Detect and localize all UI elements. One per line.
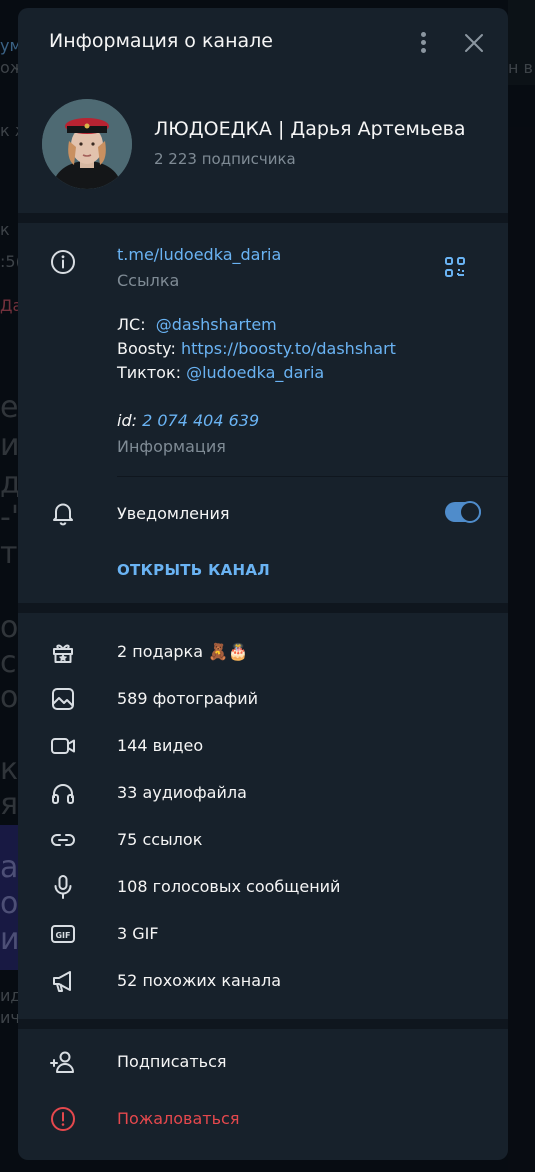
photo-icon: [49, 685, 77, 713]
media-item-voice[interactable]: 108 голосовых сообщений: [117, 877, 340, 896]
notifications-label: Уведомления: [117, 504, 230, 523]
info-icon: [49, 248, 77, 276]
media-item-links[interactable]: 75 ссылок: [117, 830, 202, 849]
info-caption: Информация: [117, 437, 226, 456]
section-divider: [18, 603, 508, 613]
section-divider: [18, 1019, 508, 1029]
qr-code-icon[interactable]: [444, 256, 466, 278]
ls-mention-link[interactable]: @dashshartem: [156, 315, 277, 334]
boosty-label: Boosty:: [117, 339, 176, 358]
megaphone-icon: [49, 967, 77, 995]
media-item-gifs[interactable]: 3 GIF: [117, 924, 159, 943]
media-item-similar-channels[interactable]: 52 похожих канала: [117, 971, 281, 990]
id-link[interactable]: 2 074 404 639: [142, 411, 259, 430]
media-item-audio[interactable]: 33 аудиофайла: [117, 783, 247, 802]
video-icon: [49, 732, 77, 760]
report-icon: [49, 1105, 77, 1133]
toggle-knob: [459, 501, 481, 523]
id-label: id:: [117, 411, 137, 430]
gift-icon: [49, 638, 77, 666]
dialog-header: Информация о канале: [18, 8, 508, 78]
tiktok-label: Тикток:: [117, 363, 181, 382]
link-caption: Ссылка: [117, 271, 180, 290]
tiktok-link[interactable]: @ludoedka_daria: [186, 363, 324, 382]
channel-name: ЛЮДОЕДКА | Дарья Артемьева: [154, 118, 466, 140]
link-icon: [49, 826, 77, 854]
subscriber-count: 2 223 подписчика: [154, 150, 296, 168]
ls-label: ЛС:: [117, 315, 146, 334]
media-item-videos[interactable]: 144 видео: [117, 736, 203, 755]
boosty-link[interactable]: https://boosty.to/dashshart: [181, 339, 396, 358]
more-options-icon[interactable]: [414, 30, 432, 56]
notifications-toggle[interactable]: [445, 501, 481, 523]
description-line-boosty: Boosty: https://boosty.to/dashshart: [117, 339, 396, 358]
microphone-icon: [49, 873, 77, 901]
gif-icon: GIF: [49, 920, 77, 948]
bell-icon: [49, 499, 77, 527]
channel-link[interactable]: t.me/ludoedka_daria: [117, 245, 281, 264]
open-channel-button[interactable]: ОТКРЫТЬ КАНАЛ: [117, 561, 270, 579]
report-button[interactable]: Пожаловаться: [117, 1109, 239, 1128]
close-icon[interactable]: [461, 30, 487, 56]
media-item-photos[interactable]: 589 фотографий: [117, 689, 258, 708]
add-user-icon: [49, 1048, 77, 1076]
subscribe-button[interactable]: Подписаться: [117, 1052, 227, 1071]
dialog-title: Информация о канале: [49, 30, 273, 52]
description-line-ls: ЛС: @dashshartem: [117, 315, 277, 334]
section-divider: [18, 213, 508, 223]
channel-info-dialog: Информация о канале ЛЮДОЕДКА | Дарья Арт…: [18, 8, 508, 1160]
svg-text:GIF: GIF: [55, 931, 70, 940]
channel-avatar[interactable]: [42, 99, 132, 189]
description-line-id: id: 2 074 404 639: [117, 411, 259, 430]
headphones-icon: [49, 779, 77, 807]
divider-line: [117, 476, 508, 477]
description-line-tiktok: Тикток: @ludoedka_daria: [117, 363, 324, 382]
media-item-gifts[interactable]: 2 подарка 🧸🎂: [117, 642, 248, 661]
